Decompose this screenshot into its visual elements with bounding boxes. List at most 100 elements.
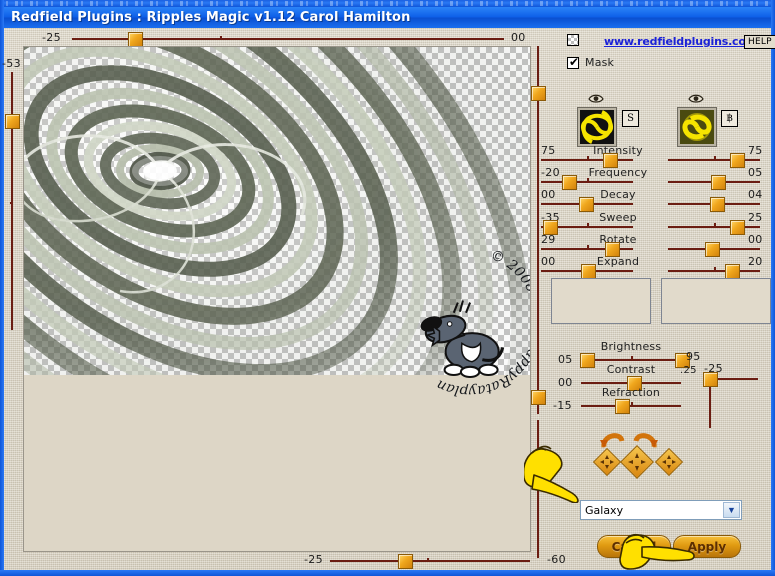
spiral-thumb-left-image	[580, 110, 614, 144]
adjust-label-contrast: Contrast	[606, 363, 656, 376]
eye-icon-left[interactable]	[588, 94, 604, 103]
vertical-slider-v-track[interactable]	[709, 380, 711, 428]
slider-tick-left-rotate	[587, 244, 589, 248]
window-bottom-edge	[0, 570, 775, 576]
slider-label-expand: Expand	[596, 255, 640, 268]
slider-left-value-intensity: 75	[541, 144, 556, 157]
bottom-slider-knob[interactable]	[398, 554, 413, 569]
preview-right-slider-knob-2[interactable]	[531, 390, 546, 405]
top-slider-knob[interactable]	[128, 32, 143, 47]
preset-dropdown[interactable]: Galaxy ▼	[580, 500, 742, 520]
slider-track-right-intensity[interactable]	[668, 159, 760, 161]
pan-arrows-glyph-center	[628, 453, 646, 471]
slider-track-right-expand[interactable]	[668, 270, 760, 272]
slider-knob-left-expand[interactable]	[581, 264, 596, 279]
vertical-slider-h-track[interactable]	[712, 378, 758, 380]
output-preview-box-2[interactable]	[661, 278, 771, 324]
preset-badge-left[interactable]: S	[622, 110, 639, 127]
adjust-label-refraction: Refraction	[601, 386, 661, 399]
left-slider-value: -53	[2, 57, 21, 70]
preview-right-slider-track[interactable]	[537, 46, 539, 414]
adjust-track-brightness[interactable]	[581, 359, 681, 361]
slider-tick-right-sweep	[714, 222, 716, 226]
preset-thumbnail-left[interactable]	[578, 108, 616, 146]
pan-diamond-icon-left[interactable]	[592, 447, 622, 477]
preset-badge-right[interactable]: ฿	[721, 110, 738, 127]
pan-diamond-icon-right[interactable]	[654, 447, 684, 477]
slider-tick-left-sweep	[587, 222, 589, 226]
pan-arrows-glyph-left	[600, 455, 614, 469]
apply-button-label: Apply	[687, 539, 727, 554]
spiral-thumb-right-image	[680, 110, 714, 144]
slider-knob-right-intensity[interactable]	[730, 153, 746, 168]
top-slider-value: -25	[42, 31, 61, 44]
preview-right-slider-knob[interactable]	[531, 86, 546, 101]
slider-knob-right-frequency[interactable]	[710, 175, 726, 191]
slider-track-left-intensity[interactable]	[541, 159, 633, 161]
chevron-down-icon[interactable]: ▼	[723, 502, 740, 518]
preset-thumbnail-right[interactable]	[678, 108, 716, 146]
undo-arrow-icon[interactable]	[600, 428, 626, 448]
adjust-tick-brightness	[631, 356, 633, 359]
slider-left-value-expand: 00	[541, 255, 556, 268]
brightness-right-value: 95	[686, 350, 701, 363]
adjust-value-contrast: 00	[558, 376, 573, 389]
output-preview-box-1[interactable]	[551, 278, 651, 324]
transparency-checkbox[interactable]	[567, 34, 579, 46]
slider-left-value-decay: 00	[541, 188, 556, 202]
slider-right-value-frequency: 05	[748, 166, 763, 180]
vertical-slider-knob[interactable]	[703, 372, 718, 387]
slider-label-frequency: Frequency	[588, 166, 648, 180]
preview-canvas[interactable]: © 2008-2011 HappyRatayplan	[23, 46, 531, 552]
slider-left-value-rotate: 29	[541, 232, 556, 246]
adjust-track-refraction[interactable]	[581, 405, 681, 407]
slider-right-value-decay: 04	[748, 188, 763, 202]
slider-track-right-sweep[interactable]	[668, 225, 760, 228]
slider-knob-left-decay[interactable]	[579, 197, 595, 213]
adjust-label-brightness: Brightness	[600, 340, 662, 353]
left-slider-track[interactable]	[11, 72, 13, 330]
preview-empty-area	[24, 375, 530, 551]
top-slider-tick	[220, 36, 222, 39]
slider-right-value-rotate: 00	[748, 232, 763, 246]
slider-label-sweep: Sweep	[599, 210, 637, 224]
slider-label-decay: Decay	[600, 188, 636, 202]
eye-icon-right[interactable]	[688, 94, 704, 103]
preview-right-slider-track-lower[interactable]	[537, 420, 539, 558]
help-button[interactable]: HELP	[744, 35, 775, 49]
mask-label: Mask	[585, 56, 615, 69]
slider-knob-right-sweep[interactable]	[730, 219, 746, 235]
adjust-value-refraction: -15	[553, 399, 572, 412]
slider-knob-right-decay[interactable]	[709, 197, 725, 213]
slider-right-value-sweep: 25	[748, 210, 763, 224]
mask-checkbox[interactable]: ✔	[567, 55, 580, 69]
slider-track-left-frequency[interactable]	[541, 181, 633, 184]
apply-button[interactable]: Apply	[673, 535, 741, 558]
slider-tick-right-expand	[714, 267, 716, 270]
left-slider-tick	[10, 202, 13, 204]
slider-knob-left-frequency[interactable]	[561, 175, 577, 191]
preset-dropdown-value: Galaxy	[585, 503, 624, 517]
left-slider-knob[interactable]	[5, 114, 20, 129]
bottom-slider-value: -25	[304, 553, 323, 566]
pan-arrows-glyph-right	[662, 455, 676, 469]
slider-knob-right-rotate[interactable]	[705, 241, 721, 257]
adjust-value-brightness: 05	[558, 353, 573, 366]
window-title: Redfield Plugins : Ripples Magic v1.12 C…	[11, 10, 411, 25]
bottom-slider-track[interactable]	[330, 560, 530, 562]
vertical-slider-left-value: .25	[680, 365, 697, 376]
window-right-edge	[771, 0, 775, 576]
redfield-website-link[interactable]: www.redfieldplugins.com	[604, 35, 757, 48]
adjust-knob-refraction[interactable]	[615, 399, 630, 414]
title-bar[interactable]: Redfield Plugins : Ripples Magic v1.12 C…	[4, 7, 771, 28]
cancel-button[interactable]: Cancel	[597, 535, 671, 558]
slider-right-value-intensity: 75	[748, 144, 763, 157]
check-icon: ✔	[569, 55, 580, 69]
slider-knob-right-expand[interactable]	[724, 264, 740, 279]
slider-right-value-expand: 20	[748, 255, 763, 268]
slider-left-value-frequency: -20	[541, 166, 560, 180]
pan-diamond-icon-center[interactable]	[620, 445, 654, 479]
chevron-down-glyph: ▼	[727, 504, 736, 515]
adjust-knob-brightness[interactable]	[580, 353, 595, 368]
cancel-button-label: Cancel	[611, 539, 657, 554]
